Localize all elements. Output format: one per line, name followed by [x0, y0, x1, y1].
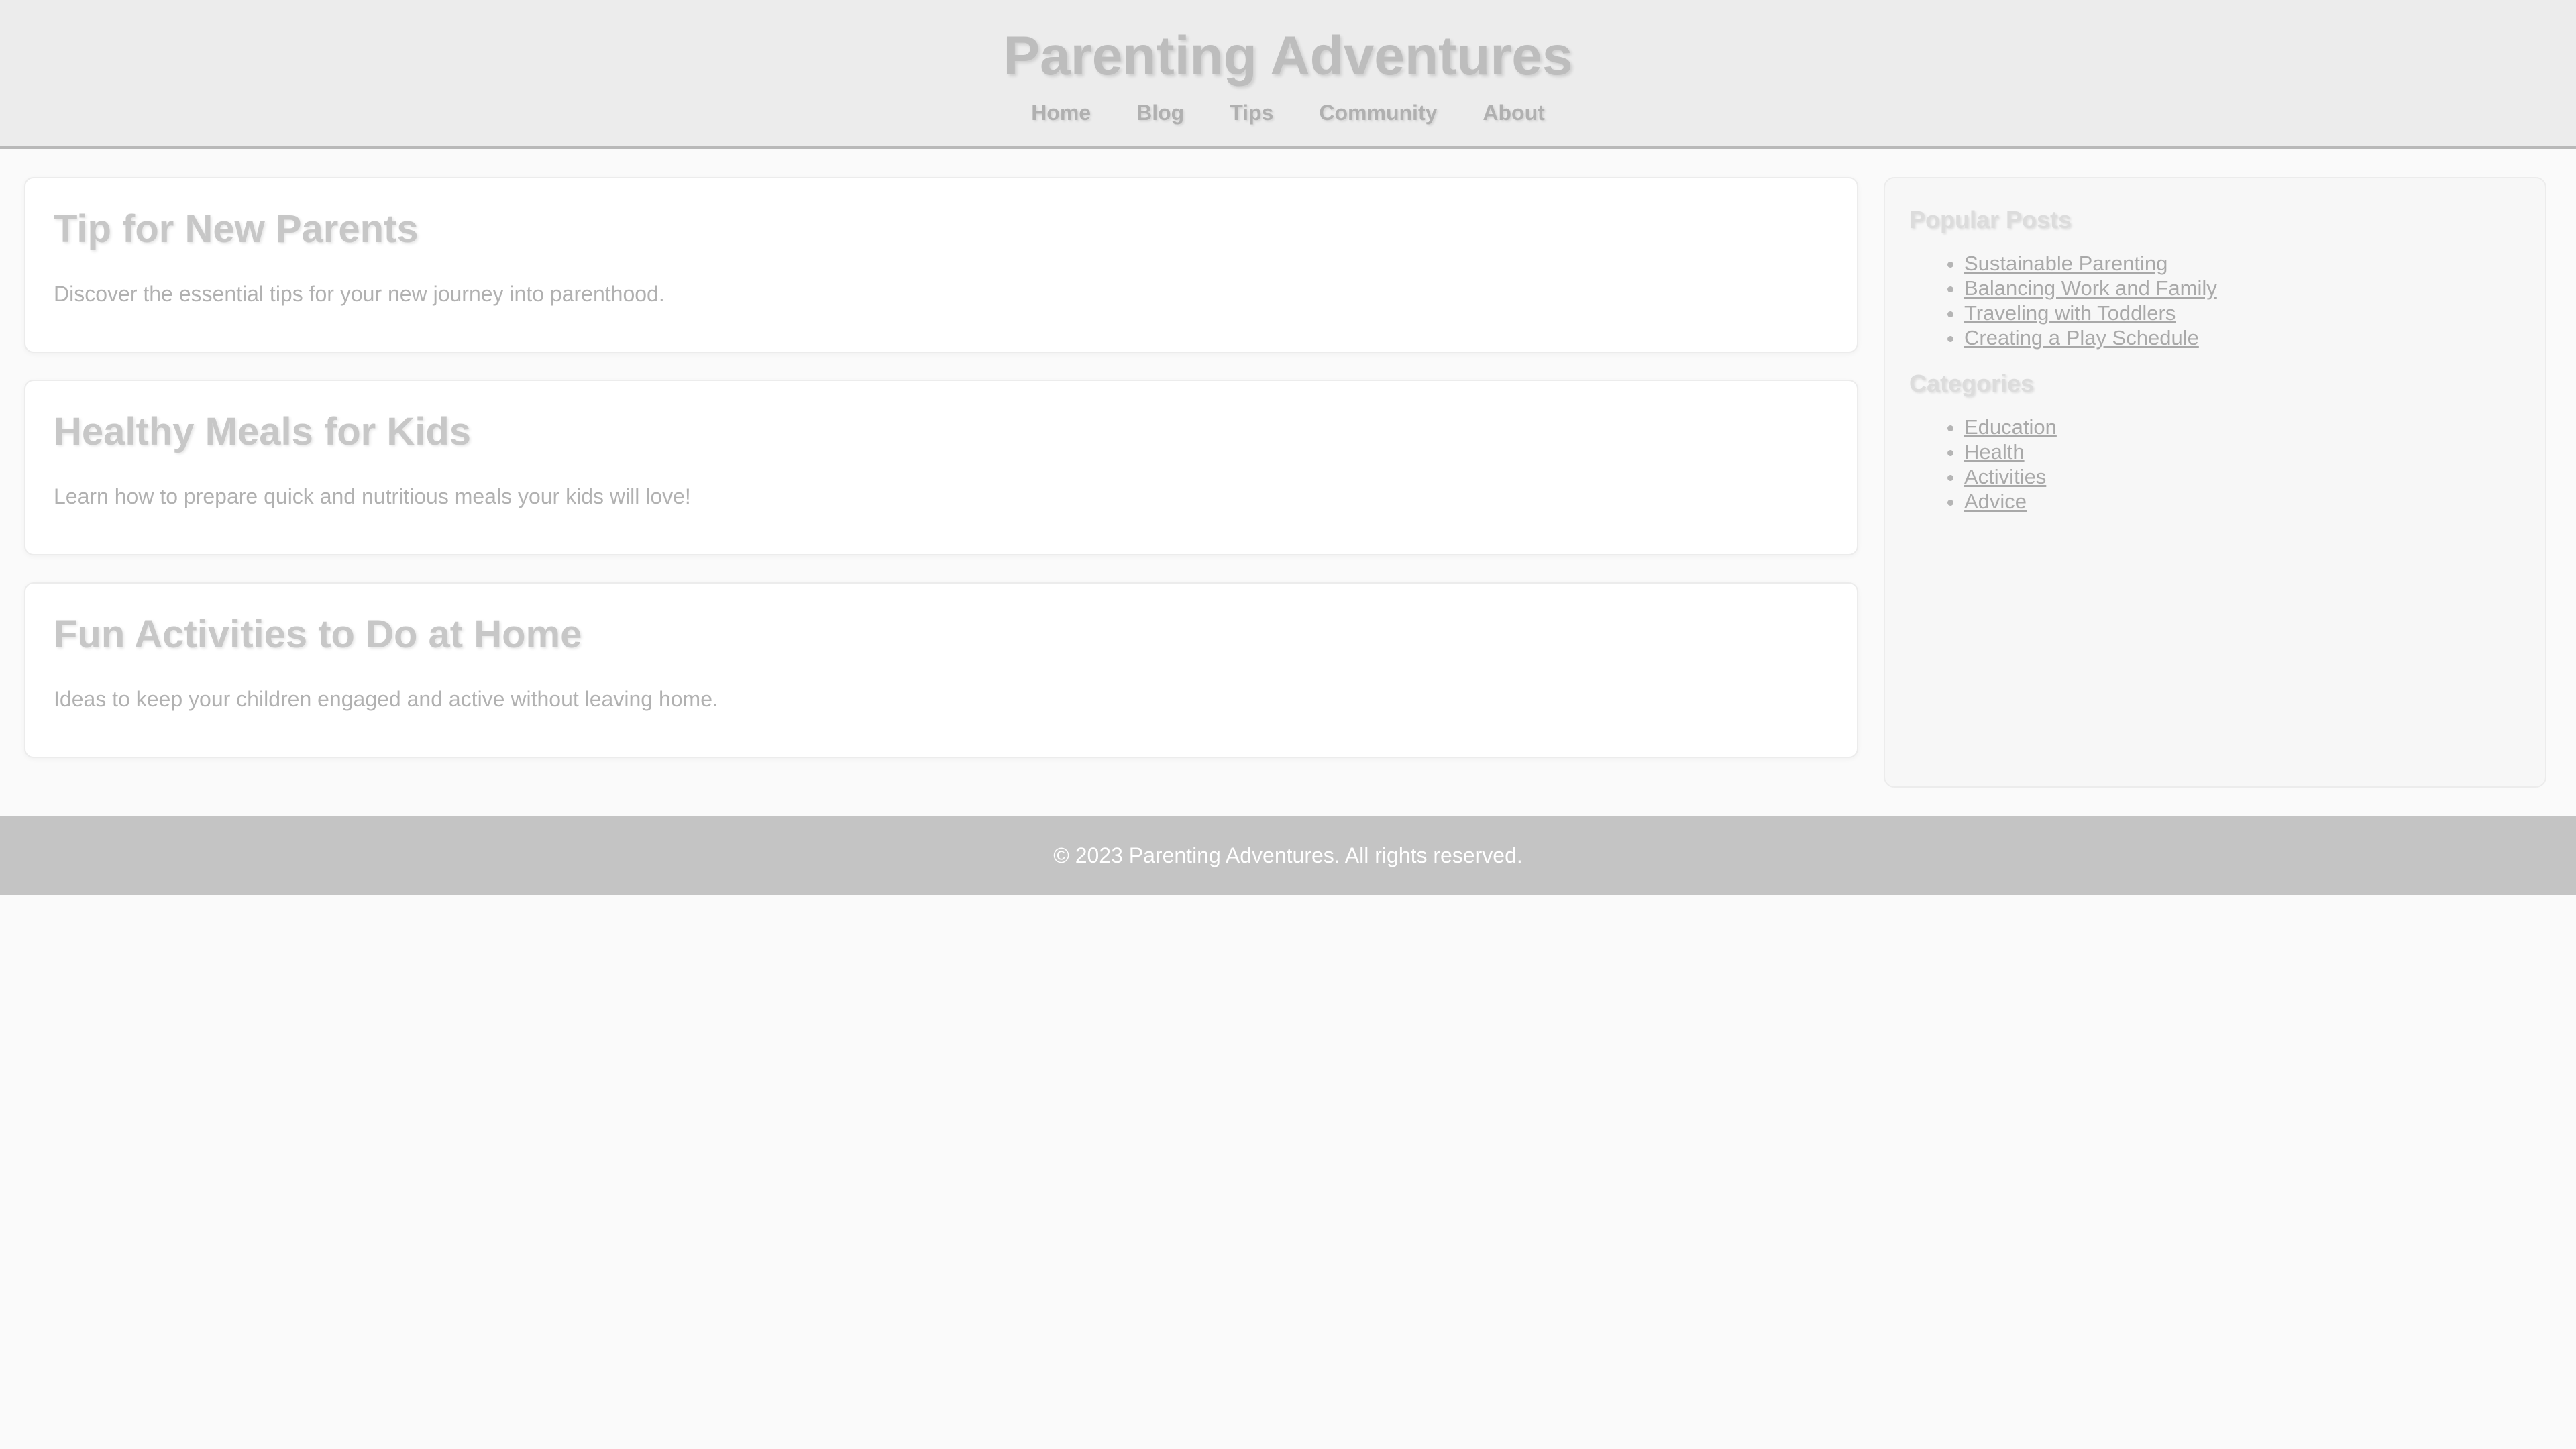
- article-title: Tip for New Parents: [54, 207, 419, 251]
- site-footer: © 2023 Parenting Adventures. All rights …: [0, 816, 2576, 895]
- article-title: Fun Activities to Do at Home: [54, 612, 582, 656]
- categories-heading: Categories: [1909, 370, 2035, 397]
- nav-community-link[interactable]: Community: [1296, 99, 1460, 126]
- popular-post-link[interactable]: Balancing Work and Family: [1964, 276, 2217, 300]
- list-item: Education: [1964, 415, 2521, 439]
- article-title: Healthy Meals for Kids: [54, 410, 472, 453]
- nav-tips-link[interactable]: Tips: [1207, 99, 1296, 126]
- site-title: Parenting Adventures: [1003, 25, 1573, 87]
- list-item: Sustainable Parenting: [1964, 251, 2521, 276]
- category-link[interactable]: Health: [1964, 440, 2025, 464]
- popular-post-link[interactable]: Creating a Play Schedule: [1964, 326, 2199, 350]
- sidebar: Popular Posts Sustainable Parenting Bala…: [1884, 177, 2546, 788]
- popular-posts-heading: Popular Posts: [1909, 206, 2072, 233]
- nav-about-link[interactable]: About: [1460, 99, 1567, 126]
- category-link[interactable]: Advice: [1964, 490, 2027, 513]
- footer-copyright: © 2023 Parenting Adventures. All rights …: [1053, 843, 1523, 867]
- article-summary: Learn how to prepare quick and nutritiou…: [54, 484, 691, 508]
- list-item: Activities: [1964, 464, 2521, 489]
- list-item: Creating a Play Schedule: [1964, 325, 2521, 350]
- list-item: Balancing Work and Family: [1964, 276, 2521, 301]
- main-nav: Home Blog Tips Community About: [0, 99, 2576, 126]
- nav-blog-link[interactable]: Blog: [1114, 99, 1207, 126]
- popular-post-link[interactable]: Traveling with Toddlers: [1964, 301, 2176, 325]
- popular-posts-list: Sustainable Parenting Balancing Work and…: [1909, 251, 2521, 350]
- site-header: Parenting Adventures Home Blog Tips Comm…: [0, 0, 2576, 149]
- list-item: Traveling with Toddlers: [1964, 301, 2521, 325]
- categories-list: Education Health Activities Advice: [1909, 415, 2521, 514]
- popular-post-link[interactable]: Sustainable Parenting: [1964, 252, 2167, 275]
- nav-home-link[interactable]: Home: [1008, 99, 1114, 126]
- main-content: Tip for New Parents Discover the essenti…: [24, 177, 1858, 785]
- list-item: Health: [1964, 439, 2521, 464]
- category-link[interactable]: Activities: [1964, 465, 2046, 488]
- category-link[interactable]: Education: [1964, 415, 2057, 439]
- article-summary: Discover the essential tips for your new…: [54, 282, 665, 306]
- page: Parenting Adventures Home Blog Tips Comm…: [0, 0, 2576, 1449]
- list-item: Advice: [1964, 489, 2521, 514]
- article-card: Tip for New Parents Discover the essenti…: [24, 177, 1858, 353]
- article-summary: Ideas to keep your children engaged and …: [54, 687, 718, 711]
- article-card: Fun Activities to Do at Home Ideas to ke…: [24, 582, 1858, 758]
- article-card: Healthy Meals for Kids Learn how to prep…: [24, 380, 1858, 555]
